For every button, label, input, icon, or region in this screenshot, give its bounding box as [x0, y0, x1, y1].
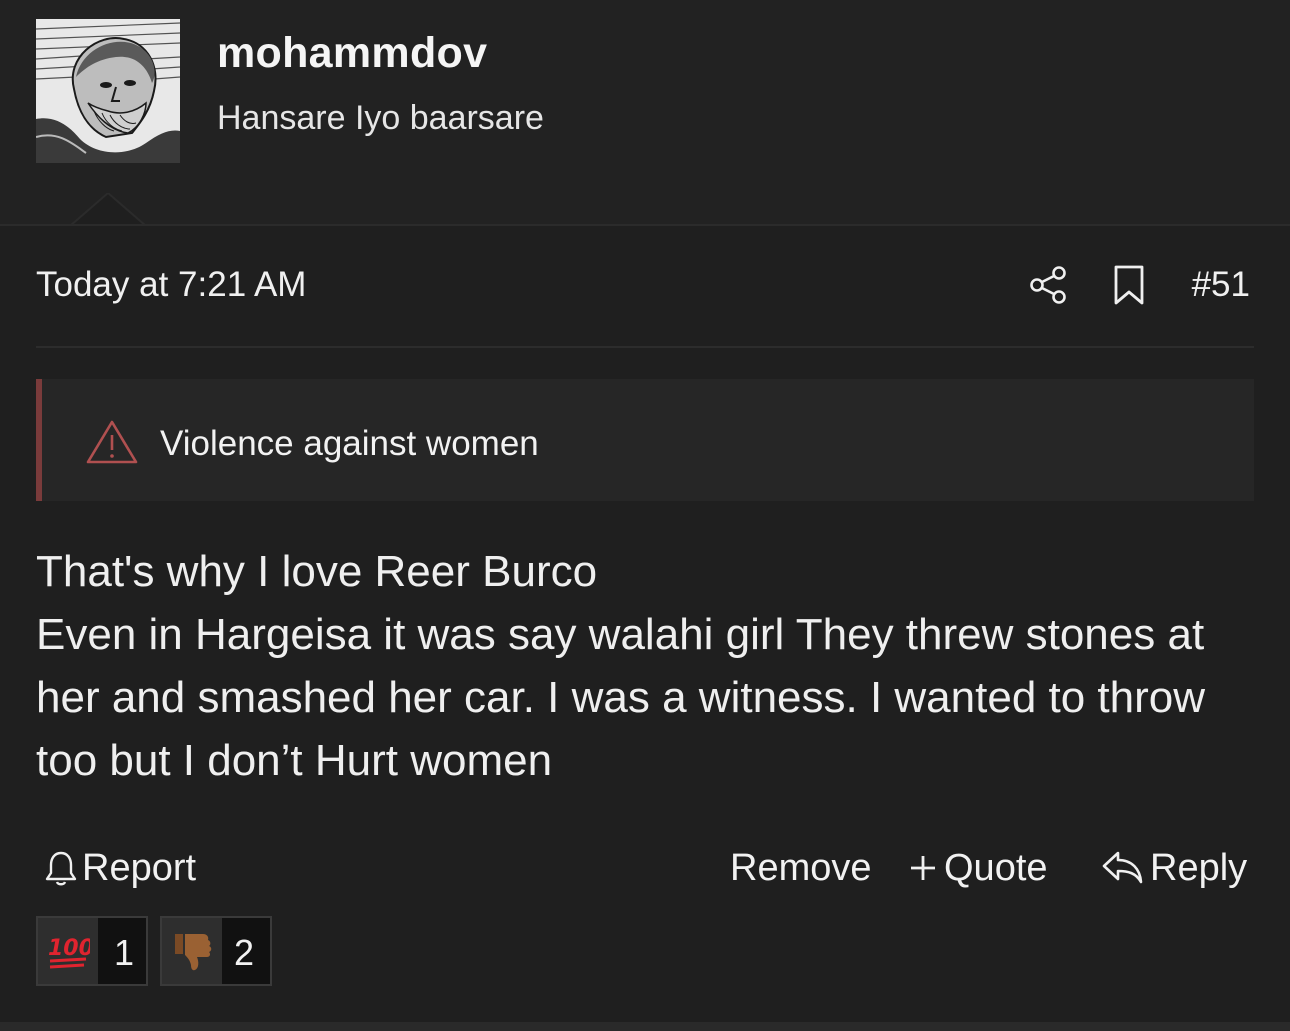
reaction-count: 1	[114, 932, 135, 973]
reply-label: Reply	[1150, 846, 1248, 889]
hundred-points-icon: 100	[38, 918, 98, 984]
reply-button[interactable]: Reply	[1100, 840, 1247, 896]
header-arrow-notch	[70, 193, 146, 226]
username[interactable]: mohammdov	[217, 29, 487, 78]
post-body: That's why I love Reer Burco Even in Har…	[36, 540, 1258, 792]
thumbs-down-icon	[162, 918, 222, 984]
bookmark-icon[interactable]	[1110, 264, 1148, 306]
svg-text:100: 100	[48, 936, 90, 961]
meta-divider	[36, 346, 1254, 348]
remove-label: Remove	[730, 846, 872, 889]
reply-arrow-icon	[1102, 851, 1143, 884]
share-icon[interactable]	[1028, 265, 1068, 305]
plus-icon	[911, 856, 935, 880]
content-warning-banner: Violence against women	[36, 379, 1254, 501]
reaction-count: 2	[234, 932, 255, 973]
reaction-hundred[interactable]: 100 1	[36, 916, 148, 986]
post-body-line: That's why I love Reer Burco	[36, 547, 598, 596]
warning-triangle-icon	[86, 420, 138, 464]
quote-label: Quote	[944, 846, 1048, 889]
post-number-link[interactable]: #51	[1192, 265, 1250, 305]
avatar[interactable]	[36, 19, 180, 163]
quote-button[interactable]: Quote	[908, 840, 1048, 896]
message-user-header: mohammdov Hansare Iyo baarsare	[0, 0, 1290, 226]
post-actions-bar: Report Remove Quote Reply	[36, 840, 1254, 896]
bell-icon	[45, 851, 77, 886]
report-label: Report	[82, 846, 197, 889]
post-timestamp[interactable]: Today at 7:21 AM	[36, 265, 306, 305]
report-button[interactable]: Report	[44, 840, 196, 896]
user-title: Hansare Iyo baarsare	[217, 99, 544, 137]
header-divider	[0, 224, 1290, 226]
post-bottom-divider	[0, 1022, 1290, 1031]
reaction-thumbs-down[interactable]: 2	[160, 916, 272, 986]
remove-button[interactable]: Remove	[730, 840, 872, 896]
warning-text: Violence against women	[160, 424, 539, 463]
post-body-line: Even in Hargeisa it was say walahi girl …	[36, 610, 1206, 785]
